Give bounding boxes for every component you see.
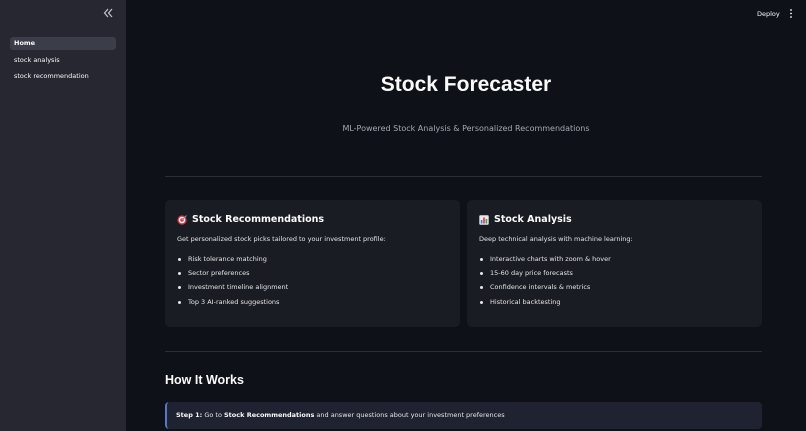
card-title: Stock Analysis <box>494 214 572 225</box>
feature-list: Interactive charts with zoom & hover 15-… <box>479 255 611 312</box>
step-text-post: and answer questions about your investme… <box>314 411 505 419</box>
stock-analysis-card: Stock Analysis Deep technical analysis w… <box>467 200 762 327</box>
vertical-dots-icon[interactable] <box>789 9 793 18</box>
list-item: 15-60 day price forecasts <box>479 269 611 283</box>
list-item: Risk tolerance matching <box>177 255 288 269</box>
double-chevron-left-icon[interactable] <box>103 8 113 18</box>
step-label: Step 1: <box>176 411 203 419</box>
sidebar-nav: Home stock analysis stock recommendation <box>10 37 116 87</box>
list-item: Confidence intervals & metrics <box>479 283 611 297</box>
page-title: Stock Forecaster <box>380 73 552 96</box>
sidebar-item-stock-recommendation[interactable]: stock recommendation <box>10 70 116 83</box>
card-description: Deep technical analysis with machine lea… <box>479 235 633 243</box>
card-title-row: Stock Analysis <box>479 214 572 225</box>
list-item: Historical backtesting <box>479 298 611 312</box>
list-item: Sector preferences <box>177 269 288 283</box>
step-link: Stock Recommendations <box>224 411 315 419</box>
list-item: Interactive charts with zoom & hover <box>479 255 611 269</box>
card-title-row: Stock Recommendations <box>177 214 324 225</box>
divider <box>165 351 762 352</box>
sidebar: Home stock analysis stock recommendation <box>0 0 126 431</box>
target-icon <box>177 214 187 225</box>
how-it-works-heading: How It Works <box>165 373 244 387</box>
stock-recommendations-card: Stock Recommendations Get personalized s… <box>165 200 460 327</box>
sidebar-item-stock-analysis[interactable]: stock analysis <box>10 54 116 67</box>
card-title: Stock Recommendations <box>192 214 325 225</box>
sidebar-item-home[interactable]: Home <box>10 37 116 50</box>
bar-chart-icon <box>479 214 489 225</box>
feature-list: Risk tolerance matching Sector preferenc… <box>177 255 288 312</box>
card-description: Get personalized stock picks tailored to… <box>177 235 386 243</box>
list-item: Investment timeline alignment <box>177 283 288 297</box>
divider <box>165 176 762 177</box>
step-text-pre: Go to <box>202 411 224 419</box>
step-1-text: Step 1: Go to Stock Recommendations and … <box>176 411 505 419</box>
step-1-callout: Step 1: Go to Stock Recommendations and … <box>165 402 762 429</box>
list-item: Top 3 AI-ranked suggestions <box>177 298 288 312</box>
page-subtitle: ML-Powered Stock Analysis & Personalized… <box>342 124 590 133</box>
deploy-button[interactable]: Deploy <box>753 8 784 20</box>
